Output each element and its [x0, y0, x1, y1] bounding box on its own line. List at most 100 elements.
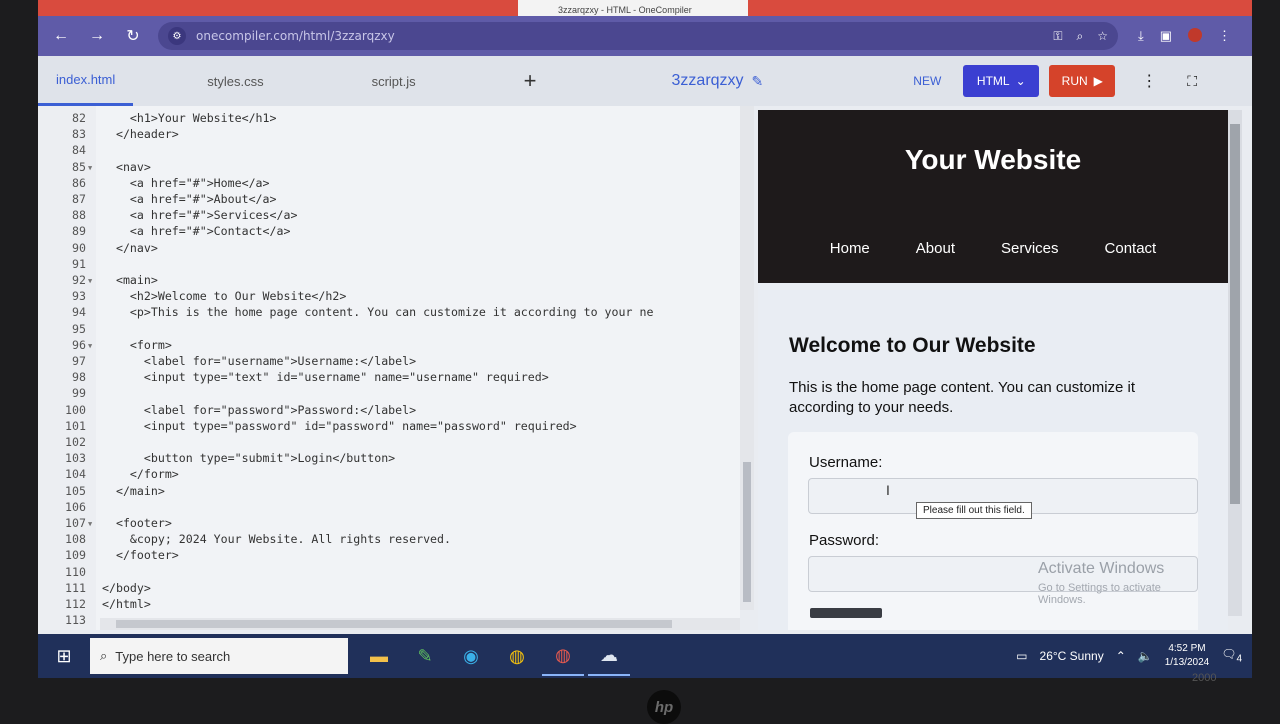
code-line: <input type="text" id="username" name="u…	[102, 370, 549, 385]
weather-icon[interactable]: ▭	[1016, 649, 1027, 663]
code-editor[interactable]: 82 83 84 85 ▼ 86 87 88 89 90 91 92 ▼ 93 94 95 96 ▼ 97 98 99 1…	[38, 106, 740, 630]
taskbar-search[interactable]: ⌕ Type here to search	[90, 638, 348, 674]
fold-toggle-icon[interactable]: ▼	[88, 277, 92, 285]
fold-toggle-icon[interactable]: ▼	[88, 520, 92, 528]
bookmark-star-icon[interactable]: ☆	[1097, 29, 1108, 44]
nav-link-about[interactable]: About	[916, 240, 955, 257]
text-cursor-icon: I	[886, 482, 890, 498]
code-line: </nav>	[102, 240, 158, 255]
code-line: <form>	[102, 337, 172, 352]
key-icon[interactable]: ⚿	[1053, 29, 1062, 44]
code-line: </body>	[102, 580, 151, 595]
side-panel-icon[interactable]: ▣	[1160, 28, 1172, 44]
line-number: 92	[72, 273, 86, 287]
preview-scroll-thumb[interactable]	[1230, 124, 1240, 504]
line-number: 89	[72, 224, 86, 239]
line-number: 104	[65, 467, 86, 482]
code-line: <nav>	[102, 159, 151, 174]
code-line: <label for="password">Password:</label>	[102, 402, 417, 417]
code-line: <button type="submit">Login</button>	[102, 451, 396, 466]
more-options-icon[interactable]: ⋮	[1141, 71, 1157, 91]
project-name[interactable]: 3zzarqzxy ✎	[672, 72, 764, 90]
url-text: onecompiler.com/html/3zzarqzxy	[196, 29, 395, 43]
fold-toggle-icon[interactable]: ▼	[88, 164, 92, 172]
fullscreen-icon[interactable]: ⛶	[1187, 73, 1197, 90]
line-number: 113	[65, 613, 86, 628]
line-number: 100	[65, 402, 86, 417]
file-explorer-icon[interactable]: ▬	[358, 636, 400, 676]
chrome-icon[interactable]: ◍	[496, 636, 538, 676]
add-file-button[interactable]: +	[524, 68, 537, 94]
code-hscroll-thumb[interactable]	[116, 620, 672, 628]
line-number: 98	[72, 370, 86, 385]
line-number-gutter: 82 83 84 85 ▼ 86 87 88 89 90 91 92 ▼ 93 94 95 96 ▼ 97 98 99 1…	[38, 106, 96, 630]
new-button[interactable]: NEW	[913, 74, 941, 88]
line-number: 101	[65, 418, 86, 433]
line-number: 95	[72, 321, 86, 336]
nav-link-home[interactable]: Home	[830, 240, 870, 257]
code-vertical-scrollbar[interactable]	[740, 106, 754, 610]
clock[interactable]: 4:52 PM 1/13/2024	[1165, 642, 1210, 670]
back-icon[interactable]: ←	[50, 25, 72, 47]
download-icon[interactable]: ⤓	[1138, 28, 1144, 44]
language-label: HTML	[976, 74, 1010, 88]
line-number: 86	[72, 175, 86, 190]
tab-styles-css[interactable]: styles.css	[189, 56, 281, 106]
code-line: <a href="#">About</a>	[102, 192, 277, 206]
tab-script-js[interactable]: script.js	[354, 56, 434, 106]
nav-link-contact[interactable]: Contact	[1105, 240, 1157, 257]
tray-chevron-icon[interactable]: ⌃	[1116, 649, 1126, 663]
line-number: 107	[65, 516, 86, 530]
code-line: <a href="#">Home</a>	[102, 175, 270, 190]
search-placeholder: Type here to search	[115, 648, 231, 664]
browser-tab-title: 3zzarqzxy - HTML - OneCompiler	[558, 5, 692, 15]
line-number: 111	[65, 580, 86, 595]
language-select[interactable]: HTML ⌄	[963, 65, 1040, 97]
code-line: </footer>	[102, 548, 179, 563]
line-number: 88	[72, 208, 86, 223]
weather-text[interactable]: 26°C Sunny	[1040, 649, 1104, 663]
zoom-icon[interactable]: ⌕	[1077, 29, 1084, 44]
search-icon: ⌕	[100, 648, 108, 663]
activate-windows-title: Activate Windows	[1038, 560, 1165, 577]
browser-tab-strip: 3zzarqzxy - HTML - OneCompiler	[38, 0, 1252, 16]
run-label: RUN	[1061, 74, 1088, 88]
speaker-icon[interactable]: 🔈	[1138, 649, 1153, 663]
notepad-icon[interactable]: ✎	[404, 636, 446, 676]
line-number: 90	[72, 240, 86, 255]
site-info-icon[interactable]: ⚙	[168, 27, 186, 45]
nav-link-services[interactable]: Services	[1001, 240, 1059, 257]
code-scroll-thumb[interactable]	[743, 462, 751, 602]
browser-tab[interactable]: 3zzarqzxy - HTML - OneCompiler	[518, 0, 748, 16]
login-button[interactable]	[810, 608, 882, 618]
run-button[interactable]: RUN ▶	[1049, 65, 1116, 97]
fold-toggle-icon[interactable]: ▼	[88, 342, 92, 350]
reload-icon[interactable]: ↻	[122, 25, 144, 47]
tab-index-html[interactable]: index.html	[38, 56, 134, 106]
line-number: 94	[72, 305, 86, 320]
line-number: 106	[65, 499, 86, 514]
chrome-menu-icon[interactable]: ⋮	[1218, 28, 1231, 44]
chrome-profile-icon[interactable]: ◍	[542, 636, 584, 676]
pencil-icon[interactable]: ✎	[752, 73, 764, 90]
project-name-text: 3zzarqzxy	[671, 72, 744, 89]
clock-time: 4:52 PM	[1168, 643, 1206, 654]
forward-icon[interactable]: →	[86, 25, 108, 47]
code-line: </header>	[102, 127, 179, 142]
profile-avatar[interactable]	[1188, 28, 1203, 42]
line-number: 83	[72, 127, 86, 142]
code-line: <main>	[102, 273, 158, 287]
line-number: 82	[72, 111, 86, 125]
code-line: <h1>Your Website</h1>	[102, 111, 277, 125]
edge-icon[interactable]: ◉	[450, 636, 492, 676]
preview-scrollbar[interactable]	[1228, 110, 1242, 616]
line-number: 93	[72, 289, 86, 304]
notification-icon[interactable]: 🗨4	[1221, 647, 1242, 664]
windows-start-icon[interactable]: ⊞	[38, 634, 90, 678]
app-icon[interactable]: ☁	[588, 636, 630, 676]
code-horizontal-scrollbar[interactable]	[100, 618, 740, 630]
chevron-down-icon: ⌄	[1015, 74, 1026, 88]
address-bar[interactable]: ⚙ onecompiler.com/html/3zzarqzxy ⚿ ⌕ ☆	[158, 22, 1118, 50]
site-header: Your Website Home About Services Contact	[758, 110, 1228, 283]
line-number: 112	[65, 597, 86, 611]
